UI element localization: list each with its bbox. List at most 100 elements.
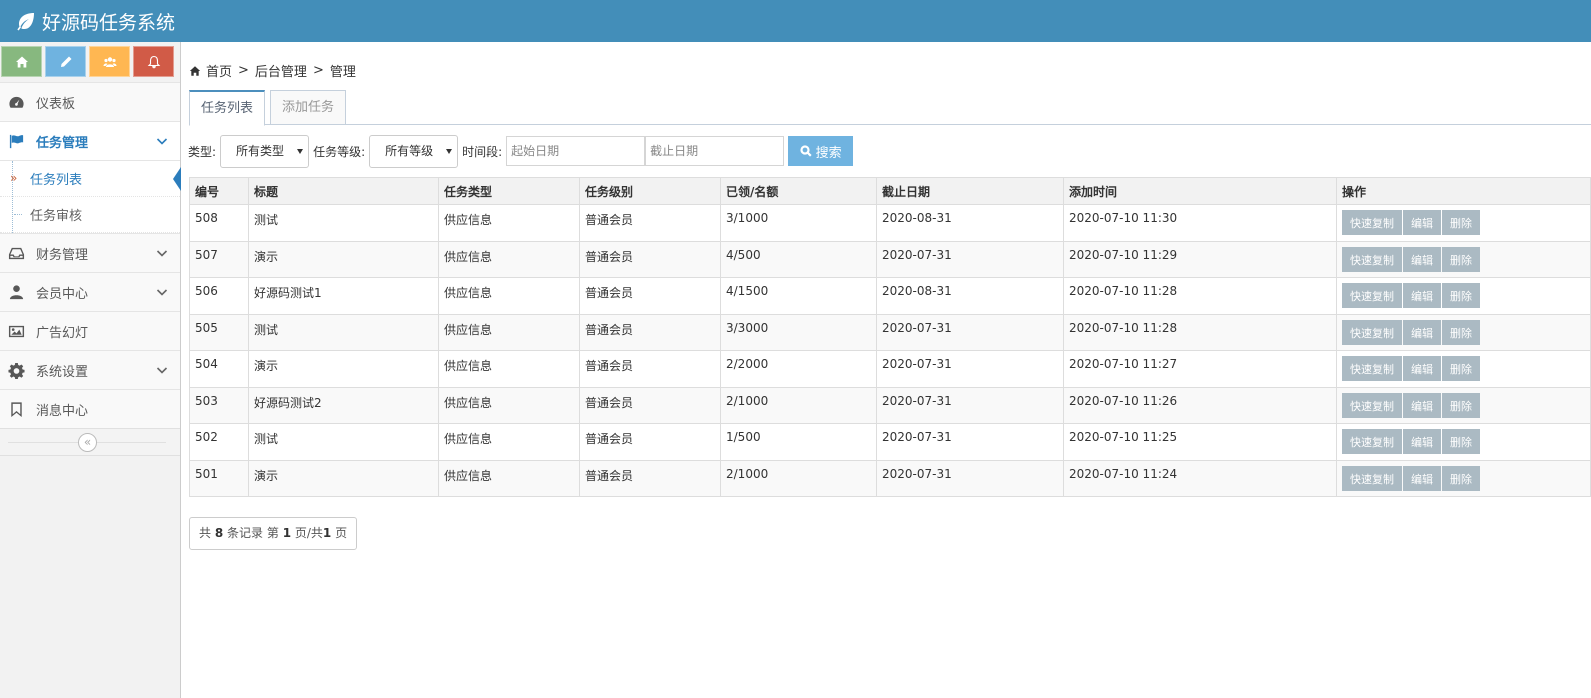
sidebar-item-members[interactable]: 会员中心: [0, 272, 180, 311]
pager-mid2: 页/共: [294, 526, 323, 540]
cell-quota: 3/1000: [720, 204, 877, 242]
end-date-input[interactable]: 截止日期: [645, 136, 785, 166]
shortcut-edit-button[interactable]: [45, 46, 86, 77]
cell-id: 508: [189, 204, 249, 242]
users-icon: [103, 56, 116, 67]
search-button[interactable]: 搜索: [788, 136, 854, 166]
copy-task-button[interactable]: 快速复制: [1342, 392, 1402, 418]
cell-quota: 4/500: [720, 240, 877, 278]
sidebar-item-label: 消息中心: [36, 403, 89, 419]
column-header-actions: 操作: [1336, 177, 1591, 205]
column-header-title[interactable]: 标题: [248, 177, 439, 205]
copy-task-button[interactable]: 快速复制: [1342, 429, 1402, 454]
shortcut-users-button[interactable]: [89, 46, 130, 77]
cell-task-type: 供应信息: [438, 423, 580, 461]
type-filter-label: 类型:: [188, 144, 217, 159]
filter-bar: 类型: 所有类型 任务等级: 所有等级 时间段: 起始日期 截止日期 搜索: [188, 134, 854, 168]
edit-task-button[interactable]: 编辑: [1403, 246, 1441, 272]
delete-task-button[interactable]: 删除: [1442, 283, 1480, 308]
delete-task-button[interactable]: 删除: [1442, 319, 1480, 345]
copy-task-button[interactable]: 快速复制: [1342, 283, 1402, 308]
edit-task-button[interactable]: 编辑: [1403, 429, 1441, 454]
copy-task-button[interactable]: 快速复制: [1342, 319, 1402, 345]
sidebar-item-finance[interactable]: 财务管理: [0, 233, 180, 272]
edit-task-button[interactable]: 编辑: [1403, 392, 1441, 418]
sidebar-item-label: 仪表板: [36, 96, 76, 112]
edit-task-button[interactable]: 编辑: [1403, 356, 1441, 381]
copy-task-button[interactable]: 快速复制: [1342, 465, 1402, 491]
table-row: 504 演示 供应信息 普通会员 2/2000 2020-07-31 2020-07-10 …: [189, 350, 1591, 388]
table-row: 503 好源码测试2 供应信息 普通会员 2/1000 2020-07-31 2020-07…: [189, 386, 1591, 424]
cell-task-level: 普通会员: [579, 386, 721, 424]
breadcrumb-admin-link[interactable]: 后台管理: [255, 61, 307, 80]
cell-deadline: 2020-07-31: [876, 423, 1064, 461]
tab-add-task[interactable]: 添加任务: [270, 90, 347, 125]
cell-actions: 快速复制 编辑 删除: [1336, 204, 1591, 242]
sidebar-item-system-settings[interactable]: 系统设置: [0, 350, 180, 389]
double-chevron-left-icon: «: [83, 435, 92, 449]
chevron-down-icon: [156, 135, 168, 147]
sidebar-item-ad-slides[interactable]: 广告幻灯: [0, 311, 180, 350]
delete-task-button[interactable]: 删除: [1442, 210, 1480, 235]
app-brand[interactable]: 好源码任务系统: [16, 8, 175, 34]
cell-quota: 3/3000: [720, 313, 877, 351]
tab-task-list[interactable]: 任务列表: [189, 90, 266, 126]
flag-icon: [7, 132, 25, 150]
cell-deadline: 2020-07-31: [876, 386, 1064, 424]
sidebar-item-label: 任务管理: [36, 135, 89, 151]
shortcut-home-button[interactable]: [1, 46, 42, 77]
edit-task-button[interactable]: 编辑: [1403, 319, 1441, 345]
table-row: 501 演示 供应信息 普通会员 2/1000 2020-07-31 2020-07-10 …: [189, 459, 1591, 497]
delete-task-button[interactable]: 删除: [1442, 246, 1480, 272]
submenu-dash: [14, 214, 22, 215]
submenu-item-label: 任务列表: [30, 173, 83, 188]
edit-task-button[interactable]: 编辑: [1403, 210, 1441, 235]
copy-task-button[interactable]: 快速复制: [1342, 210, 1402, 235]
copy-task-button[interactable]: 快速复制: [1342, 246, 1402, 272]
cell-id: 507: [189, 240, 249, 278]
cell-task-level: 普通会员: [579, 313, 721, 351]
delete-task-button[interactable]: 删除: [1442, 356, 1480, 381]
column-header-quota[interactable]: 已领/名额: [720, 177, 877, 205]
column-header-task-level[interactable]: 任务级别: [579, 177, 721, 205]
column-header-deadline[interactable]: 截止日期: [876, 177, 1064, 205]
column-header-id[interactable]: 编号: [189, 177, 249, 205]
sidebar-item-task-management[interactable]: 任务管理: [0, 121, 180, 160]
cell-deadline: 2020-08-31: [876, 277, 1064, 315]
cell-added-time: 2020-07-10 11:28: [1063, 313, 1337, 351]
sidebar-item-label: 财务管理: [36, 247, 89, 263]
home-icon: [189, 65, 201, 76]
sidebar-item-messages[interactable]: 消息中心: [0, 389, 180, 428]
sidebar-menu-continued: 财务管理 会员中心 广告幻灯 系统设置 消息中心: [0, 233, 180, 428]
main-content: 首页 > 后台管理 > 管理 任务列表 添加任务 类型: 所有类型 任务等级: …: [181, 42, 1591, 698]
cell-deadline: 2020-07-31: [876, 240, 1064, 278]
column-header-task-type[interactable]: 任务类型: [438, 177, 580, 205]
sidebar-item-task-review[interactable]: 任务审核: [0, 197, 180, 233]
shortcut-notifications-button[interactable]: [133, 46, 174, 77]
breadcrumb-home-link[interactable]: 首页: [206, 61, 232, 80]
sidebar-collapse-bar: «: [0, 428, 180, 456]
cell-quota: 2/1000: [720, 459, 877, 497]
edit-task-button[interactable]: 编辑: [1403, 465, 1441, 491]
dashboard-icon: [7, 93, 25, 111]
sidebar-item-dashboard[interactable]: 仪表板: [0, 82, 180, 121]
delete-task-button[interactable]: 删除: [1442, 429, 1480, 454]
submenu-item-label: 任务审核: [30, 209, 83, 224]
delete-task-button[interactable]: 删除: [1442, 465, 1480, 491]
level-select[interactable]: 所有等级: [369, 134, 459, 168]
edit-task-button[interactable]: 编辑: [1403, 283, 1441, 308]
cell-id: 504: [189, 350, 249, 388]
type-select[interactable]: 所有类型: [220, 134, 310, 168]
sidebar-item-task-list[interactable]: » 任务列表: [0, 161, 181, 197]
cell-quota: 1/500: [720, 423, 877, 461]
pager-suffix: 页: [335, 526, 348, 540]
cell-added-time: 2020-07-10 11:27: [1063, 350, 1337, 388]
delete-task-button[interactable]: 删除: [1442, 392, 1480, 418]
table-row: 507 演示 供应信息 普通会员 4/500 2020-07-31 2020-07-10 1…: [189, 240, 1591, 278]
start-date-input[interactable]: 起始日期: [506, 136, 646, 166]
collapse-sidebar-button[interactable]: «: [78, 433, 97, 452]
chevron-down-icon: [156, 286, 168, 298]
copy-task-button[interactable]: 快速复制: [1342, 356, 1402, 381]
pager-page: 1: [282, 526, 292, 540]
column-header-added-time[interactable]: 添加时间: [1063, 177, 1337, 205]
